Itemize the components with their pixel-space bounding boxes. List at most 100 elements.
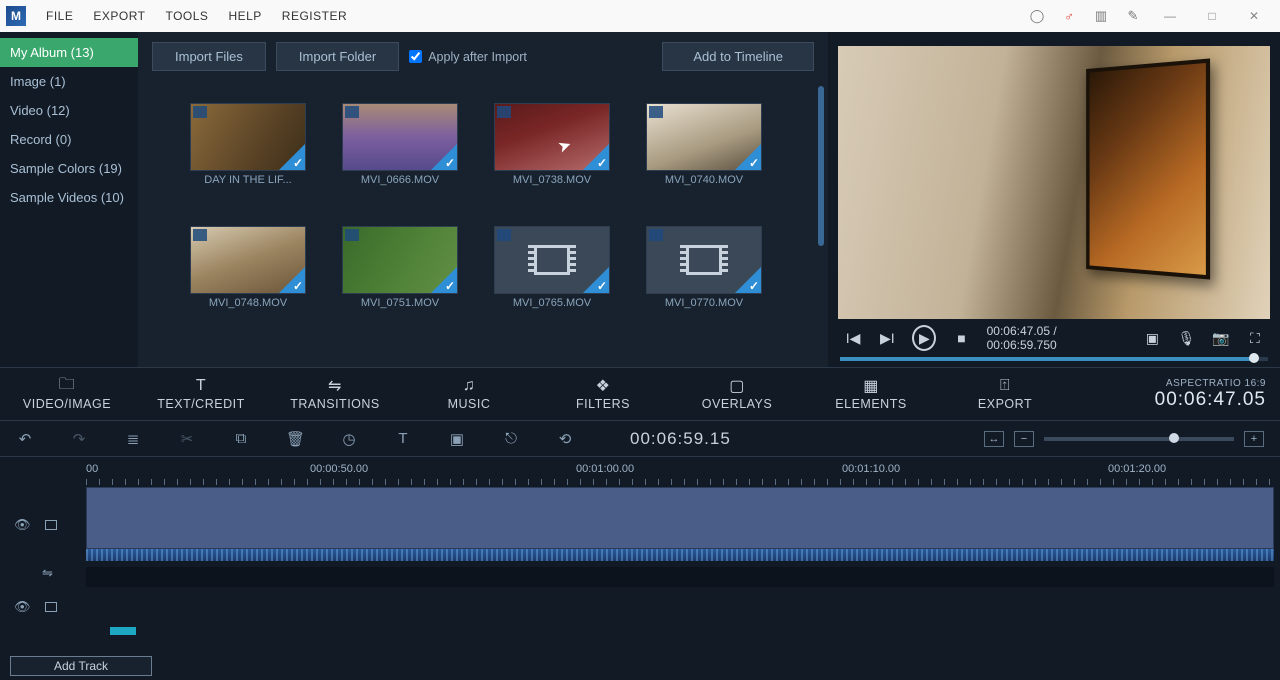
sidebar-item-my-album[interactable]: My Album (13) [0,38,138,67]
timeline-clip[interactable] [86,487,1274,549]
sidebar-item-sample-colors[interactable]: Sample Colors (19) [0,154,138,183]
track-visibility-icon[interactable]: 👁 [14,599,31,615]
preview-content [1086,58,1210,279]
split-button[interactable]: ⧉ [232,430,250,447]
track-visibility-icon[interactable]: 👁 [14,517,31,533]
redo-button[interactable]: ↷ [70,430,88,448]
ruler-mark: 00:00:50.00 [310,463,368,475]
media-thumb[interactable]: ✓ MVI_0751.MOV [342,226,458,309]
menu-file[interactable]: FILE [36,9,83,23]
media-thumb[interactable]: ✓ DAY IN THE LIF... [190,103,306,186]
selected-check-icon: ✓ [597,156,607,170]
play-button[interactable]: ▶ [912,325,936,351]
aspect-ratio-label: ASPECTRATIO 16:9 [1166,378,1266,389]
ruler-mark: 00:01:10.00 [842,463,900,475]
tab-export[interactable]: ⍐EXPORT [938,368,1072,420]
window-maximize[interactable]: □ [1200,9,1224,23]
media-thumb[interactable]: ✓ MVI_0765.MOV [494,226,610,309]
next-frame-button[interactable]: ▶I [878,330,896,347]
crop-button[interactable]: ▣ [448,430,466,448]
transition-track-icon[interactable]: ⇋ [42,565,53,581]
preview-scrub-handle[interactable] [1249,353,1259,363]
text-icon: T [196,377,206,395]
speed-button[interactable]: ◷ [340,430,358,448]
menu-register[interactable]: REGISTER [272,9,357,23]
voiceover-icon[interactable]: 🎙 [1177,330,1195,347]
zoom-fit-button[interactable]: ↔ [984,431,1004,447]
window-close[interactable]: ✕ [1242,9,1266,23]
fullscreen-icon[interactable]: ⛶ [1246,330,1264,347]
apply-after-import-input[interactable] [409,50,422,63]
edit-icon[interactable]: ✎ [1126,9,1140,23]
track-type-icon[interactable] [45,520,57,530]
thumb-label: MVI_0738.MOV [513,174,591,186]
menu-help[interactable]: HELP [218,9,271,23]
zoom-in-button[interactable]: + [1244,431,1264,447]
prev-frame-button[interactable]: I◀ [844,330,862,347]
timeline-clip-audio[interactable] [86,549,1274,561]
thumb-frame: ✓ [646,226,762,294]
list-icon[interactable]: ≣ [124,430,142,448]
preview-canvas[interactable] [838,46,1270,319]
menu-bar: M FILE EXPORT TOOLS HELP REGISTER ◯ ♂ ▥ … [0,0,1280,32]
zoom-slider[interactable] [1044,437,1234,441]
tab-text-credit[interactable]: TTEXT/CREDIT [134,368,268,420]
add-to-timeline-button[interactable]: Add to Timeline [662,42,814,71]
import-folder-button[interactable]: Import Folder [276,42,399,71]
stop-button[interactable]: ■ [952,330,970,346]
media-scrollbar[interactable] [818,86,824,246]
delete-button[interactable]: 🗑 [286,430,304,448]
zoom-handle[interactable] [1169,433,1179,443]
help-icon[interactable]: ◯ [1030,9,1044,23]
mars-icon[interactable]: ♂ [1062,9,1076,23]
track-transition-head: ⇋ [0,565,84,581]
undo-button[interactable]: ↶ [16,430,34,448]
cut-button[interactable]: ✂ [178,430,196,448]
thumb-frame: ✓ [190,103,306,171]
thumb-label: MVI_0765.MOV [513,297,591,309]
window-minimize[interactable]: — [1158,9,1182,23]
apply-after-import-checkbox[interactable]: Apply after Import [409,50,527,64]
sidebar-item-record[interactable]: Record (0) [0,125,138,154]
snapshot-icon[interactable]: 📷 [1212,330,1230,347]
media-thumb[interactable]: ✓ MVI_0770.MOV [646,226,762,309]
layout-icon[interactable]: ▥ [1094,9,1108,23]
tab-filters[interactable]: ❖FILTERS [536,368,670,420]
text-tool-button[interactable]: T [394,430,412,447]
media-thumb[interactable]: ✓ MVI_0738.MOV [494,103,610,186]
thumb-frame: ✓ [342,226,458,294]
media-thumb[interactable]: ✓ MVI_0748.MOV [190,226,306,309]
timeline: 00 00:00:50.00 00:01:00.00 00:01:10.00 0… [0,457,1280,680]
add-track-button[interactable]: Add Track [10,656,152,676]
media-thumb[interactable]: ✓ MVI_0666.MOV [342,103,458,186]
timeline-clip-small[interactable] [110,627,136,635]
tab-music[interactable]: ♫MUSIC [402,368,536,420]
import-files-button[interactable]: Import Files [152,42,266,71]
zoom-out-button[interactable]: − [1014,431,1034,447]
elements-icon: ▦ [863,377,879,395]
tab-label: OVERLAYS [702,397,772,411]
menu-export[interactable]: EXPORT [83,9,155,23]
tab-video-image[interactable]: 🗀VIDEO/IMAGE [0,368,134,420]
thumb-label: MVI_0770.MOV [665,297,743,309]
transition-track[interactable] [86,567,1274,587]
track-type-icon[interactable] [45,602,57,612]
folder-icon: 🗀 [59,377,76,395]
timeline-ruler[interactable]: 00 00:00:50.00 00:01:00.00 00:01:10.00 0… [0,457,1280,487]
tab-overlays[interactable]: ▢OVERLAYS [670,368,804,420]
sidebar-item-video[interactable]: Video (12) [0,96,138,125]
detach-button[interactable]: ⎋ [502,430,520,447]
media-library: Import Files Import Folder Apply after I… [138,32,828,367]
preview-scrubber[interactable] [840,357,1268,361]
selected-check-icon: ✓ [597,279,607,293]
filters-icon: ❖ [596,377,611,395]
tab-transitions[interactable]: ⇋TRANSITIONS [268,368,402,420]
menu-tools[interactable]: TOOLS [155,9,218,23]
sidebar-item-sample-videos[interactable]: Sample Videos (10) [0,183,138,212]
safe-zone-icon[interactable]: ▣ [1143,330,1161,347]
media-thumb[interactable]: ✓ MVI_0740.MOV [646,103,762,186]
tab-elements[interactable]: ▦ELEMENTS [804,368,938,420]
sidebar-item-image[interactable]: Image (1) [0,67,138,96]
rotate-button[interactable]: ⟲ [556,430,574,448]
thumb-frame: ✓ [646,103,762,171]
